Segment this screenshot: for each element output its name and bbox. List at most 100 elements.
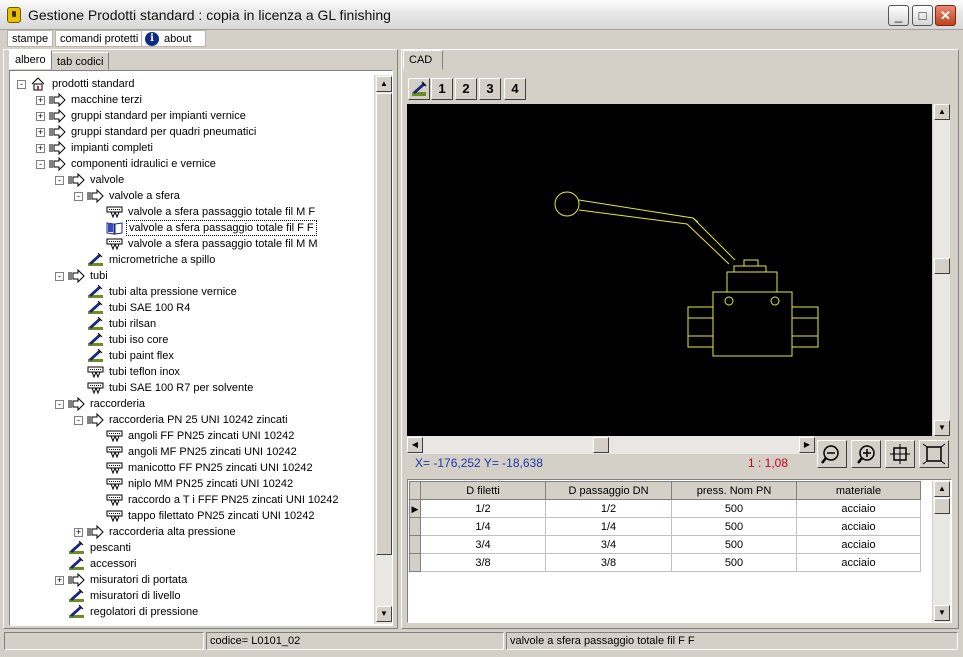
tree-node[interactable]: niplo MM PN25 zincati UNI 10242 [12,476,372,492]
tree-node[interactable]: + raccorderia alta pressione [12,524,372,540]
scroll-up-icon[interactable]: ▲ [934,481,950,497]
tree-node[interactable]: + impianti completi [12,140,372,156]
cad-hscroll-thumb[interactable] [593,437,609,453]
scroll-down-icon[interactable]: ▼ [376,606,392,622]
table-cell[interactable]: acciaio [796,535,921,554]
cad-viewport[interactable] [407,104,932,436]
table-cell[interactable]: acciaio [796,553,921,572]
cad-draw-tool-button[interactable] [408,78,430,100]
tree-node[interactable]: - valvole [12,172,372,188]
table-row[interactable]: 1/4 1/4 500 acciaio [409,517,921,536]
expand-icon[interactable]: + [36,144,45,153]
tree-node[interactable]: regolatori di pressione [12,604,372,620]
row-indicator[interactable] [409,535,421,554]
collapse-icon[interactable]: - [55,176,64,185]
table-row[interactable]: ▶ 1/2 1/2 500 acciaio [409,499,921,518]
tree-node[interactable]: tappo filettato PN25 zincati UNI 10242 [12,508,372,524]
table-cell[interactable]: 1/2 [420,499,546,518]
table-cell[interactable]: 500 [671,535,797,554]
table-cell[interactable]: 3/4 [545,535,672,554]
tab-albero[interactable]: albero [9,50,52,70]
expand-icon[interactable]: + [74,528,83,537]
scroll-up-icon[interactable]: ▲ [376,76,392,92]
collapse-icon[interactable]: - [74,416,83,425]
zoom-out-button[interactable] [817,440,847,468]
tree-scrollbar[interactable]: ▲ ▼ [374,75,392,624]
tree-node[interactable]: tubi SAE 100 R4 [12,300,372,316]
tree-node[interactable]: + gruppi standard per quadri pneumatici [12,124,372,140]
cad-view-4-button[interactable]: 4 [504,78,526,100]
tree-node[interactable]: tubi rilsan [12,316,372,332]
minimize-button[interactable]: _ [888,5,909,26]
tree-node[interactable]: - prodotti standard [12,76,372,92]
tree-node[interactable]: valvole a sfera passaggio totale fil F F [12,220,372,236]
cad-view-2-button[interactable]: 2 [455,78,477,100]
zoom-extents-button[interactable] [919,440,949,468]
menu-stampe[interactable]: stampe [7,30,54,47]
table-cell[interactable]: 3/8 [545,553,672,572]
tree-node[interactable]: - raccorderia PN 25 UNI 10242 zincati [12,412,372,428]
tree-node[interactable]: angoli MF PN25 zincati UNI 10242 [12,444,372,460]
tree-node[interactable]: angoli FF PN25 zincati UNI 10242 [12,428,372,444]
tree-node[interactable]: + misuratori di portata [12,572,372,588]
collapse-icon[interactable]: - [55,272,64,281]
product-tree[interactable]: - prodotti standard + macchine terzi + gruppi… [12,75,374,623]
tree-node[interactable]: + gruppi standard per impianti vernice [12,108,372,124]
tab-codici[interactable]: tab codici [51,52,110,70]
current-row-arrow-icon[interactable]: ▶ [409,499,421,518]
table-cell[interactable]: 3/4 [420,535,546,554]
menu-about[interactable]: i about [141,30,206,47]
scroll-right-icon[interactable]: ▶ [799,437,815,453]
table-row[interactable]: 3/8 3/8 500 acciaio [409,553,921,572]
column-header[interactable]: D passaggio DN [545,481,672,500]
tree-node[interactable]: misuratori di livello [12,588,372,604]
scroll-down-icon[interactable]: ▼ [934,420,950,436]
table-cell[interactable]: 1/2 [545,499,672,518]
collapse-icon[interactable]: - [55,400,64,409]
product-table[interactable]: D filetti D passaggio DN press. Nom PN m… [409,481,921,572]
tree-node[interactable]: micrometriche a spillo [12,252,372,268]
collapse-icon[interactable]: - [74,192,83,201]
tree-node[interactable]: tubi iso core [12,332,372,348]
expand-icon[interactable]: + [55,576,64,585]
column-header[interactable]: D filetti [420,481,546,500]
tree-node[interactable]: - componenti idraulici e vernice [12,156,372,172]
tree-node[interactable]: accessori [12,556,372,572]
tree-node[interactable]: - valvole a sfera [12,188,372,204]
tree-scroll-thumb[interactable] [376,93,392,555]
table-cell[interactable]: 1/4 [545,517,672,536]
collapse-icon[interactable]: - [17,80,26,89]
table-cell[interactable]: 500 [671,553,797,572]
column-header[interactable]: press. Nom PN [671,481,797,500]
tree-node[interactable]: tubi alta pressione vernice [12,284,372,300]
zoom-window-button[interactable] [885,440,915,468]
menu-comandi-protetti[interactable]: comandi protetti [55,30,144,47]
table-cell[interactable]: acciaio [796,517,921,536]
scroll-up-icon[interactable]: ▲ [934,104,950,120]
table-cell[interactable]: 3/8 [420,553,546,572]
tree-node[interactable]: tubi SAE 100 R7 per solvente [12,380,372,396]
tab-cad[interactable]: CAD [403,50,443,70]
row-indicator[interactable] [409,553,421,572]
grid-scrollbar[interactable]: ▲ ▼ [932,481,950,622]
table-cell[interactable]: 500 [671,517,797,536]
grid-scroll-thumb[interactable] [934,498,950,514]
close-button[interactable]: ✕ [935,5,956,26]
collapse-icon[interactable]: - [36,160,45,169]
table-row[interactable]: 3/4 3/4 500 acciaio [409,535,921,554]
cad-horizontal-scrollbar[interactable]: ◀ ▶ [407,436,815,454]
tree-node[interactable]: valvole a sfera passaggio totale fil M F [12,204,372,220]
tree-node[interactable]: pescanti [12,540,372,556]
tree-node[interactable]: valvole a sfera passaggio totale fil M M [12,236,372,252]
cad-vscroll-thumb[interactable] [934,258,950,274]
table-cell[interactable]: acciaio [796,499,921,518]
scroll-down-icon[interactable]: ▼ [934,605,950,621]
cad-view-3-button[interactable]: 3 [479,78,501,100]
tree-node[interactable]: manicotto FF PN25 zincati UNI 10242 [12,460,372,476]
table-cell[interactable]: 1/4 [420,517,546,536]
zoom-in-button[interactable] [851,440,881,468]
tree-node[interactable]: tubi teflon inox [12,364,372,380]
tree-node[interactable]: - tubi [12,268,372,284]
tree-node[interactable]: raccordo a T i FFF PN25 zincati UNI 1024… [12,492,372,508]
tree-node[interactable]: + macchine terzi [12,92,372,108]
